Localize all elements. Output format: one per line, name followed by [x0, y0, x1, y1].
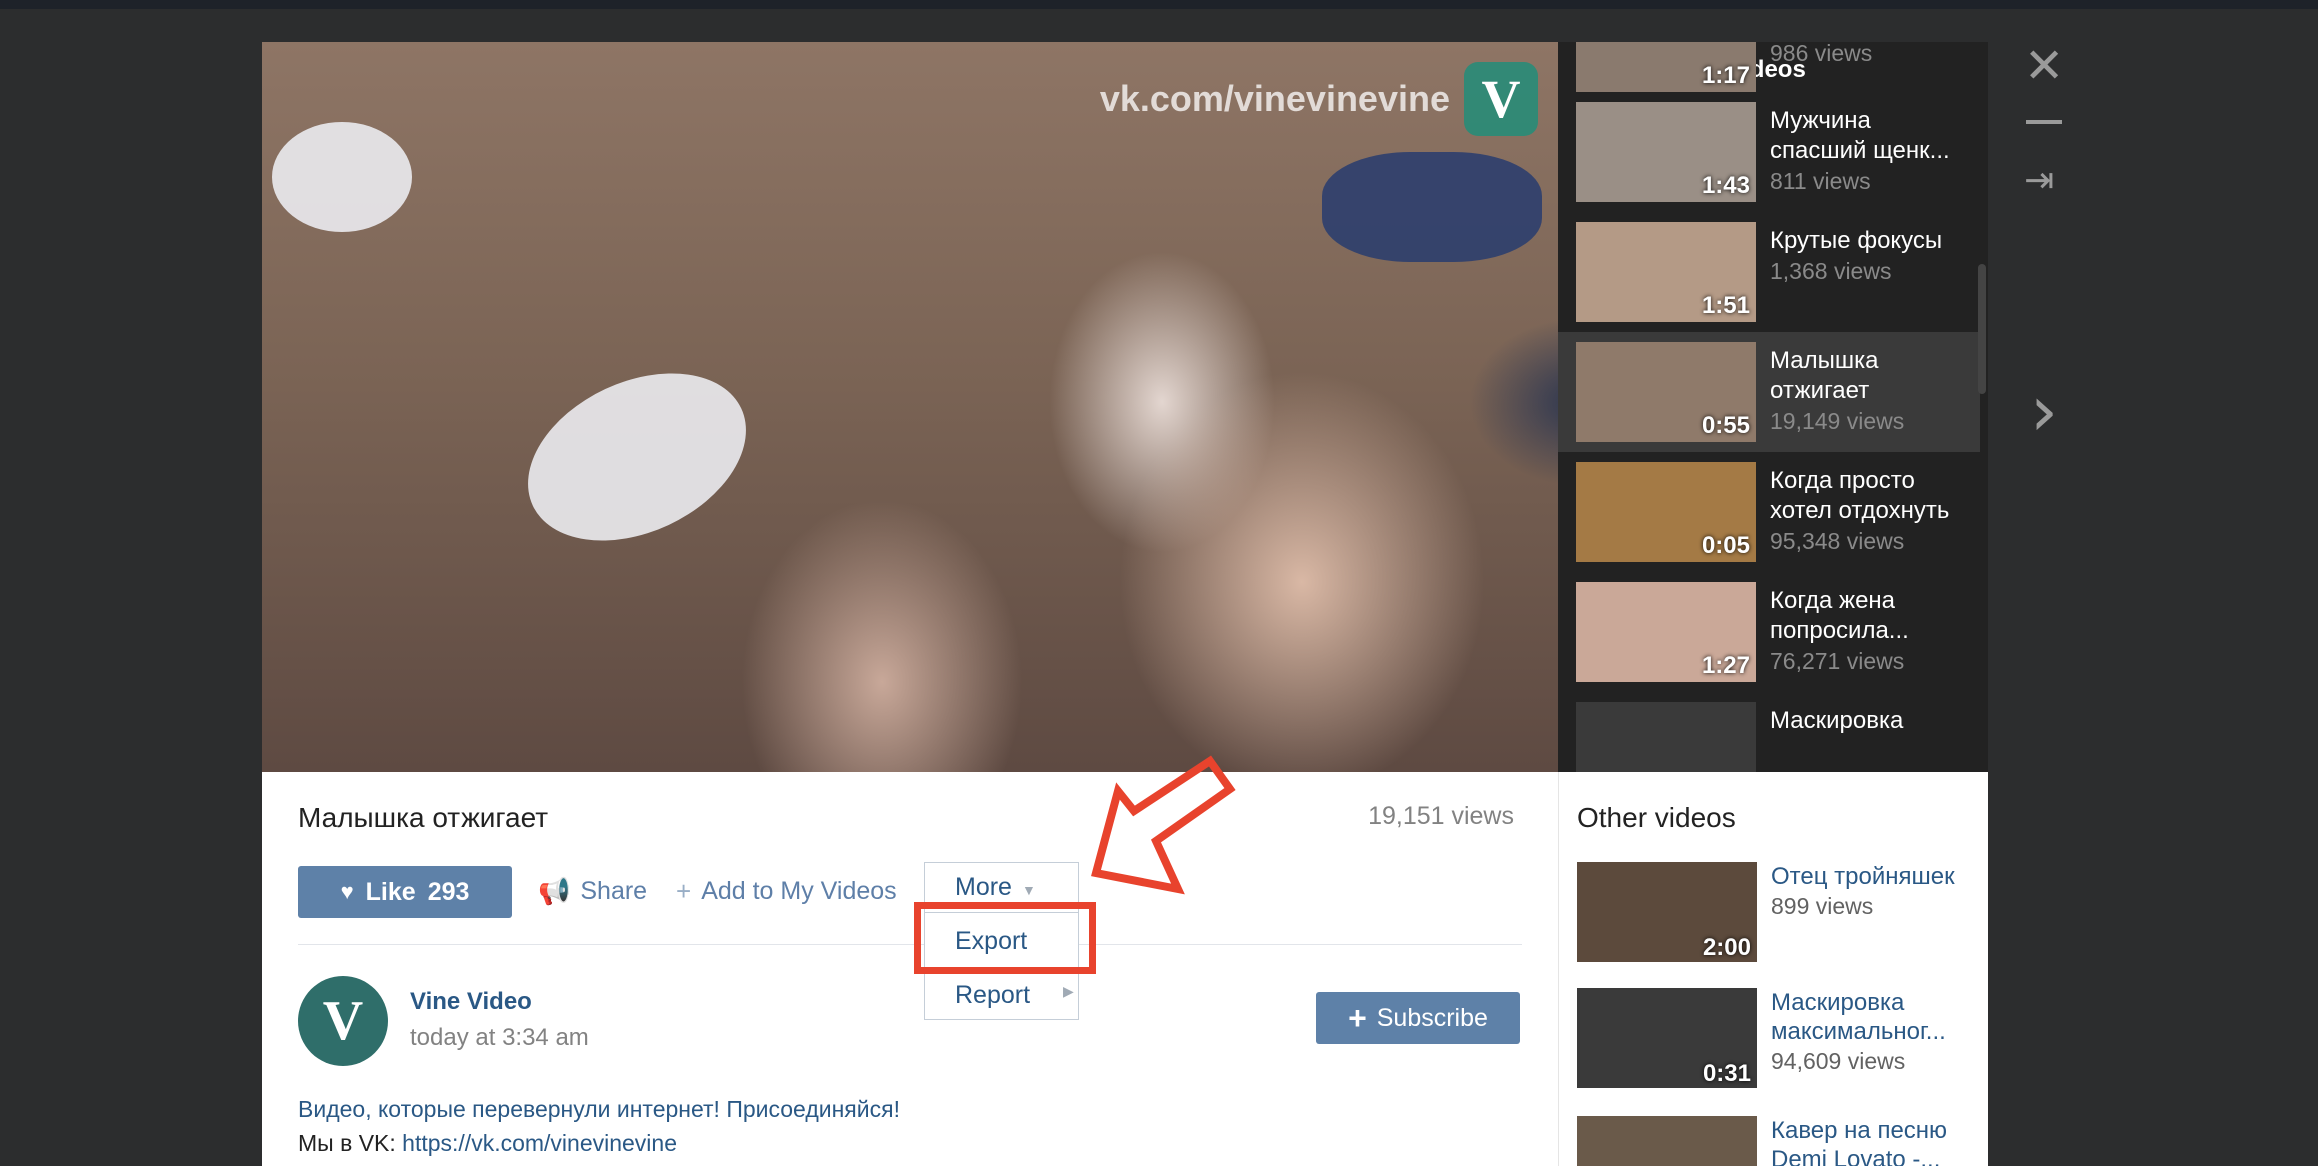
- view-count: 19,151 views: [1368, 802, 1514, 830]
- video-info-panel: Малышка отжигает 19,151 views ♥ Like 293…: [262, 772, 1558, 1166]
- share-label: Share: [580, 877, 648, 905]
- add-to-my-videos-button[interactable]: + Add to My Videos: [676, 876, 897, 907]
- playlist-item-views: 95,348 views: [1770, 528, 1905, 554]
- plus-icon: +: [1348, 999, 1367, 1036]
- channel-playlist: Vine Video's Videos 1:17 986 views 1:43 …: [1558, 42, 1988, 772]
- vine-logo-icon: V: [1464, 62, 1538, 136]
- publish-time: today at 3:34 am: [410, 1024, 589, 1051]
- playlist-item[interactable]: Маскировка: [1558, 692, 1980, 772]
- playlist-item-views: 811 views: [1770, 168, 1871, 194]
- playlist-item-title: Мужчина спасший щенк...: [1770, 107, 1950, 164]
- playlist-item-views: 76,271 views: [1770, 648, 1905, 674]
- description-prefix: Мы в VK:: [298, 1130, 403, 1156]
- menu-item-report[interactable]: Report ▶: [955, 981, 1074, 1010]
- chevron-right-icon: ▶: [1063, 983, 1074, 999]
- duration: 1:51: [1701, 292, 1750, 319]
- playlist-item-title: Когда жена попросила...: [1770, 587, 1909, 644]
- playlist-list: 1:17 986 views 1:43 Мужчина спасший щенк…: [1558, 42, 1980, 772]
- playlist-item[interactable]: 1:43 Мужчина спасший щенк... 811 views: [1558, 92, 1980, 212]
- channel-name-link[interactable]: Vine Video: [410, 988, 532, 1016]
- video-thumbnail: 2:00: [1577, 862, 1757, 962]
- video-frame: [262, 42, 1558, 772]
- avatar[interactable]: V: [298, 976, 388, 1066]
- playlist-item-views: 19,149 views: [1770, 408, 1905, 434]
- like-button[interactable]: ♥ Like 293: [298, 866, 512, 918]
- video-thumbnail: 0:31: [1577, 988, 1757, 1088]
- other-video-item[interactable]: 0:31 Маскировка максимальног... 94,609 vi…: [1577, 988, 1987, 1088]
- duration: 1:43: [1701, 172, 1750, 199]
- share-button[interactable]: 📢 Share: [538, 876, 647, 907]
- duration: 0:05: [1701, 532, 1750, 559]
- playlist-item[interactable]: 1:27 Когда жена попросила... 76,271 views: [1558, 572, 1980, 692]
- video-thumbnail: 1:17: [1576, 42, 1756, 92]
- description-line: Видео, которые перевернули интернет! При…: [298, 1096, 900, 1122]
- subscribe-label: Subscribe: [1376, 1003, 1488, 1032]
- playlist-item-title: Крутые фокусы: [1770, 227, 1943, 254]
- other-video-title: Маскировка максимальног...: [1771, 989, 1946, 1045]
- playlist-item[interactable]: 1:51 Крутые фокусы 1,368 views: [1558, 212, 1980, 332]
- video-thumbnail: 1:27: [1576, 582, 1756, 682]
- like-count: 293: [427, 877, 470, 906]
- duration: 0:31: [1702, 1060, 1751, 1087]
- like-label: Like: [365, 877, 416, 906]
- video-thumbnail: 0:55: [1576, 342, 1756, 442]
- other-video-item[interactable]: 2:00 Отец тройняшек 899 views: [1577, 862, 1987, 962]
- megaphone-icon: 📢: [538, 876, 571, 906]
- playlist-item-title: Малышка отжигает: [1770, 347, 1879, 404]
- duration: 2:00: [1702, 934, 1751, 961]
- playlist-item[interactable]: 1:17 986 views: [1558, 42, 1980, 92]
- dock-icon[interactable]: ⇥: [2024, 160, 2054, 201]
- subscribe-button[interactable]: + Subscribe: [1316, 992, 1520, 1044]
- video-description: Видео, которые перевернули интернет! При…: [298, 1092, 900, 1160]
- close-icon[interactable]: ✕: [2024, 42, 2064, 90]
- next-video-chevron-icon[interactable]: ›: [2030, 370, 2058, 452]
- duration: 1:27: [1701, 652, 1750, 679]
- other-video-views: 94,609 views: [1771, 1048, 1906, 1074]
- duration: 0:55: [1701, 412, 1750, 439]
- duration: 1:17: [1701, 62, 1750, 89]
- plus-icon: +: [676, 876, 692, 906]
- more-label: More: [955, 873, 1012, 901]
- playlist-item[interactable]: 0:05 Когда просто хотел отдохнуть 95,348 …: [1558, 452, 1980, 572]
- divider: [298, 944, 1522, 945]
- watermark-text: vk.com/vinevinevine: [1099, 78, 1450, 119]
- video-thumbnail: 1:51: [1576, 222, 1756, 322]
- other-videos-panel: Other videos 2:00 Отец тройняшек 899 view…: [1558, 772, 1988, 1166]
- other-video-title: Кавер на песню Demi Lovato -...: [1771, 1117, 1948, 1166]
- video-thumbnail: 0:05: [1576, 462, 1756, 562]
- playlist-item-title: Маскировка: [1770, 707, 1904, 734]
- playlist-scrollbar[interactable]: [1978, 264, 1986, 394]
- playlist-item-views: 1,368 views: [1770, 258, 1892, 284]
- caret-down-icon: ▼: [1021, 882, 1036, 898]
- other-video-title: Отец тройняшек: [1771, 863, 1955, 890]
- callout-arrow-icon: [1091, 755, 1236, 895]
- video-thumbnail: 1:43: [1576, 102, 1756, 202]
- playlist-item-views: 986 views: [1770, 42, 1873, 66]
- video-thumbnail: [1577, 1116, 1757, 1166]
- playlist-item-title: Когда просто хотел отдохнуть: [1770, 467, 1950, 524]
- highlight-box: [914, 902, 1096, 974]
- minimize-icon[interactable]: [2026, 120, 2062, 124]
- heart-icon: ♥: [340, 879, 354, 904]
- channel-url-link[interactable]: https://vk.com/vinevinevine: [402, 1130, 677, 1156]
- video-title: Малышка отжигает: [298, 802, 549, 833]
- other-video-item[interactable]: Кавер на песню Demi Lovato -...: [1577, 1116, 1987, 1166]
- watermark: vk.com/vinevinevine V: [1100, 62, 1538, 136]
- other-videos-title: Other videos: [1577, 802, 1736, 833]
- report-label: Report: [955, 981, 1031, 1009]
- playlist-item-active[interactable]: 0:55 Малышка отжигает 19,149 views: [1558, 332, 1980, 452]
- description-line: Мы в VK: https://vk.com/vinevinevine: [298, 1126, 900, 1160]
- video-thumbnail: [1576, 702, 1756, 772]
- add-label: Add to My Videos: [701, 877, 897, 905]
- other-video-views: 899 views: [1771, 893, 1874, 919]
- top-bar: [0, 0, 2318, 9]
- video-player[interactable]: vk.com/vinevinevine V: [262, 42, 1558, 772]
